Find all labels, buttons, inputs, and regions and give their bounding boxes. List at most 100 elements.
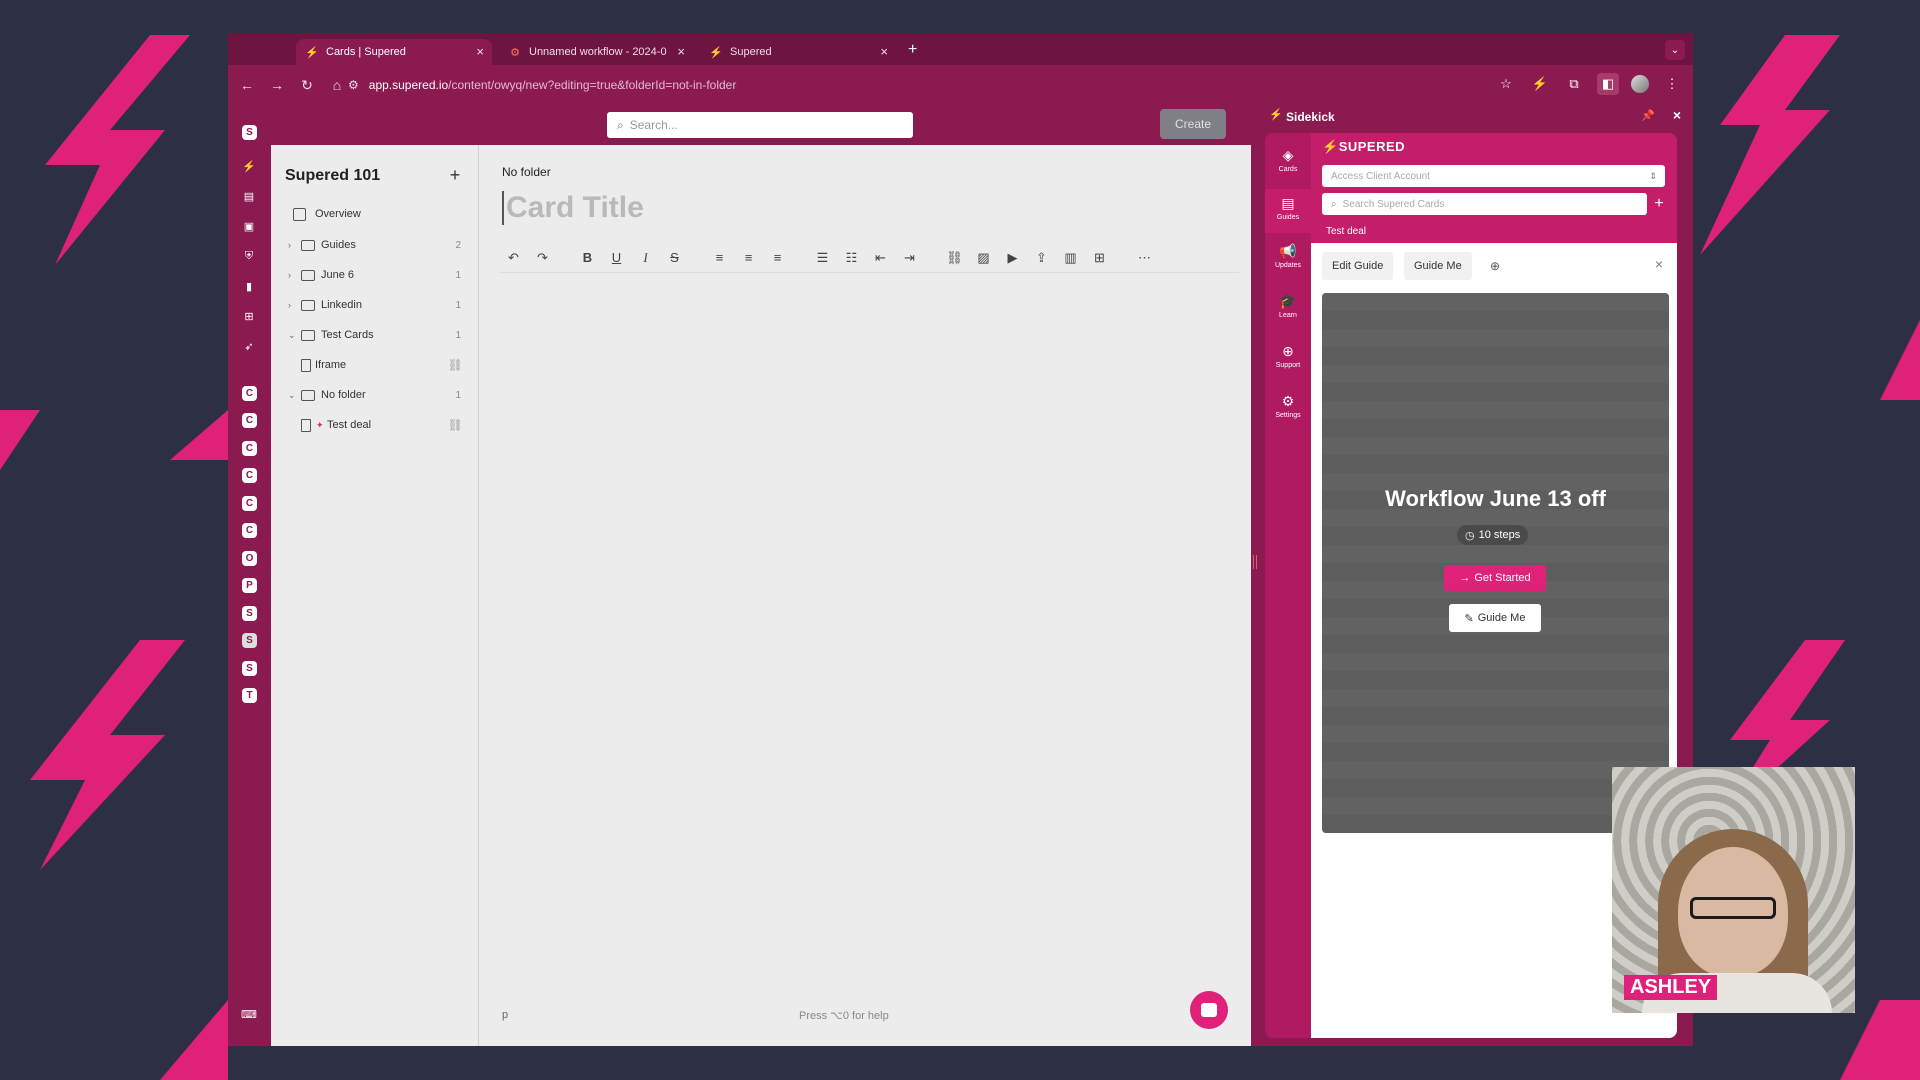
align-left-icon[interactable]: ≡ — [705, 250, 734, 265]
tree-item-june-6[interactable]: › June 6 1 — [271, 264, 479, 286]
tree-item-linkedin[interactable]: › Linkedin 1 — [271, 294, 479, 316]
reload-icon[interactable]: ↻ — [292, 77, 322, 94]
tab-unnamed-workflow[interactable]: ⚙ Unnamed workflow - 2024-0 × — [499, 39, 693, 65]
create-button[interactable]: Create — [1160, 109, 1226, 139]
image-icon[interactable]: ▨ — [969, 250, 998, 266]
link-icon[interactable]: ⛓ — [448, 358, 463, 372]
add-icon[interactable]: + — [443, 163, 467, 187]
chevron-down-icon[interactable]: ⌄ — [288, 330, 296, 341]
edit-guide-button[interactable]: Edit Guide — [1322, 252, 1394, 280]
chevron-down-icon[interactable]: ⌄ — [1665, 40, 1685, 60]
close-icon[interactable]: × — [1673, 107, 1681, 123]
rail-item[interactable]: S — [242, 606, 257, 621]
rail-item[interactable]: T — [242, 688, 257, 703]
supered-extension-icon[interactable]: ⚡ — [1529, 73, 1551, 95]
bookmark-star-icon[interactable]: ☆ — [1495, 73, 1517, 95]
sidekick-search-input[interactable]: ⌕ Search Supered Cards — [1322, 193, 1647, 215]
chevron-right-icon[interactable]: › — [288, 240, 291, 250]
menu-dots-icon[interactable]: ⋮ — [1661, 73, 1683, 95]
tree-item-test-cards[interactable]: ⌄ Test Cards 1 — [271, 324, 479, 346]
forward-icon[interactable]: → — [262, 77, 292, 93]
tree-item-no-folder[interactable]: ⌄ No folder 1 — [271, 384, 479, 406]
video-icon[interactable]: ▶ — [998, 250, 1027, 266]
address-bar[interactable]: ⚙ app.supered.io/content/owyq/new?editin… — [348, 72, 1388, 98]
keyboard-icon[interactable]: ⌨ — [240, 1005, 258, 1023]
redo-icon[interactable]: ↷ — [528, 250, 557, 266]
tree-item-guides[interactable]: › Guides 2 — [271, 234, 479, 256]
close-icon[interactable]: × — [476, 44, 484, 59]
chevron-right-icon[interactable]: › — [288, 270, 291, 280]
close-icon[interactable]: × — [1655, 256, 1663, 272]
bold-icon[interactable]: B — [573, 250, 602, 265]
panel-divider[interactable] — [1251, 105, 1259, 1046]
supered-logo-icon[interactable]: S — [242, 125, 257, 140]
rail-item[interactable]: P — [242, 578, 257, 593]
rail-item[interactable]: C — [242, 413, 257, 428]
align-right-icon[interactable]: ≡ — [763, 250, 792, 265]
underline-icon[interactable]: U — [602, 250, 631, 265]
nav-support[interactable]: ⊕ Support — [1265, 337, 1311, 381]
rail-item[interactable]: O — [242, 551, 257, 566]
rail-item[interactable]: S — [242, 661, 257, 676]
arrow-right-icon: → — [1459, 572, 1471, 584]
bullet-list-icon[interactable]: ☰ — [808, 250, 837, 266]
bolt-icon[interactable]: ⚡ — [240, 157, 258, 175]
close-icon[interactable]: × — [880, 44, 888, 59]
nav-cards[interactable]: ◈ Cards — [1265, 141, 1311, 185]
map-icon[interactable]: ▤ — [240, 187, 258, 205]
rail-item[interactable]: C — [242, 496, 257, 511]
shield-icon[interactable]: ⛨ — [240, 247, 258, 265]
search-input[interactable]: ⌕ Search... — [607, 112, 913, 138]
get-started-button[interactable]: → Get Started — [1444, 565, 1546, 591]
tree-item-iframe[interactable]: Iframe ⛓ — [271, 354, 479, 376]
chart-icon[interactable]: ▮ — [240, 277, 258, 295]
tree-item-test-deal[interactable]: ✦ Test deal ⛓ — [271, 414, 479, 436]
client-account-select[interactable]: Access Client Account ⇕ — [1322, 165, 1665, 187]
nav-settings[interactable]: ⚙ Settings — [1265, 387, 1311, 431]
map-icon[interactable]: ▥ — [1056, 250, 1085, 266]
nav-updates[interactable]: 📢 Updates — [1265, 237, 1311, 281]
nav-learn[interactable]: 🎓 Learn — [1265, 287, 1311, 331]
chevron-right-icon[interactable]: › — [288, 300, 291, 310]
inbox-icon[interactable]: ▣ — [240, 217, 258, 235]
side-panel-icon[interactable]: ◧ — [1597, 73, 1619, 95]
chevron-down-icon[interactable]: ⌄ — [288, 390, 296, 401]
strikethrough-icon[interactable]: S — [660, 250, 689, 265]
rail-item[interactable]: C — [242, 441, 257, 456]
rail-item[interactable]: S — [242, 633, 257, 648]
chat-launcher-button[interactable] — [1190, 991, 1228, 1029]
gift-icon[interactable]: ⊞ — [240, 307, 258, 325]
undo-icon[interactable]: ↶ — [499, 250, 528, 266]
add-icon[interactable]: + — [1650, 193, 1668, 215]
rail-item[interactable]: C — [242, 523, 257, 538]
globe-icon[interactable]: ⊕ — [1490, 259, 1500, 273]
numbered-list-icon[interactable]: ☷ — [837, 250, 866, 266]
site-settings-icon[interactable]: ⚙ — [348, 78, 359, 92]
rail-item[interactable]: C — [242, 386, 257, 401]
indent-icon[interactable]: ⇥ — [895, 250, 924, 266]
pin-icon[interactable]: 📌 — [1641, 109, 1655, 122]
outdent-icon[interactable]: ⇤ — [866, 250, 895, 266]
link-icon[interactable]: ⛓ — [940, 250, 969, 266]
tree-item-overview[interactable]: Overview — [271, 203, 479, 225]
extensions-icon[interactable]: ⧉ — [1563, 73, 1585, 95]
link-icon[interactable]: ⛓ — [448, 418, 463, 432]
align-center-icon[interactable]: ≡ — [734, 250, 763, 265]
upload-icon[interactable]: ⇪ — [1027, 250, 1056, 266]
guide-me-tab-button[interactable]: Guide Me — [1404, 252, 1472, 280]
close-icon[interactable]: × — [677, 44, 685, 59]
rail-item[interactable]: C — [242, 468, 257, 483]
card-title-input[interactable]: Card Title — [502, 191, 644, 225]
back-icon[interactable]: ← — [232, 77, 262, 93]
tab-cards-supered[interactable]: ⚡ Cards | Supered × — [296, 39, 492, 65]
rocket-icon[interactable]: ➶ — [240, 337, 258, 355]
resize-handle[interactable] — [1253, 555, 1257, 569]
guide-me-button[interactable]: ✎ Guide Me — [1449, 604, 1541, 632]
nav-guides[interactable]: ▤ Guides — [1265, 189, 1311, 233]
profile-avatar[interactable] — [1631, 75, 1649, 93]
table-icon[interactable]: ⊞ — [1085, 250, 1114, 266]
more-options-icon[interactable]: ⋯ — [1130, 250, 1159, 266]
tab-supered[interactable]: ⚡ Supered × — [700, 39, 896, 65]
italic-icon[interactable]: I — [631, 250, 660, 266]
new-tab-icon[interactable]: + — [908, 41, 917, 59]
